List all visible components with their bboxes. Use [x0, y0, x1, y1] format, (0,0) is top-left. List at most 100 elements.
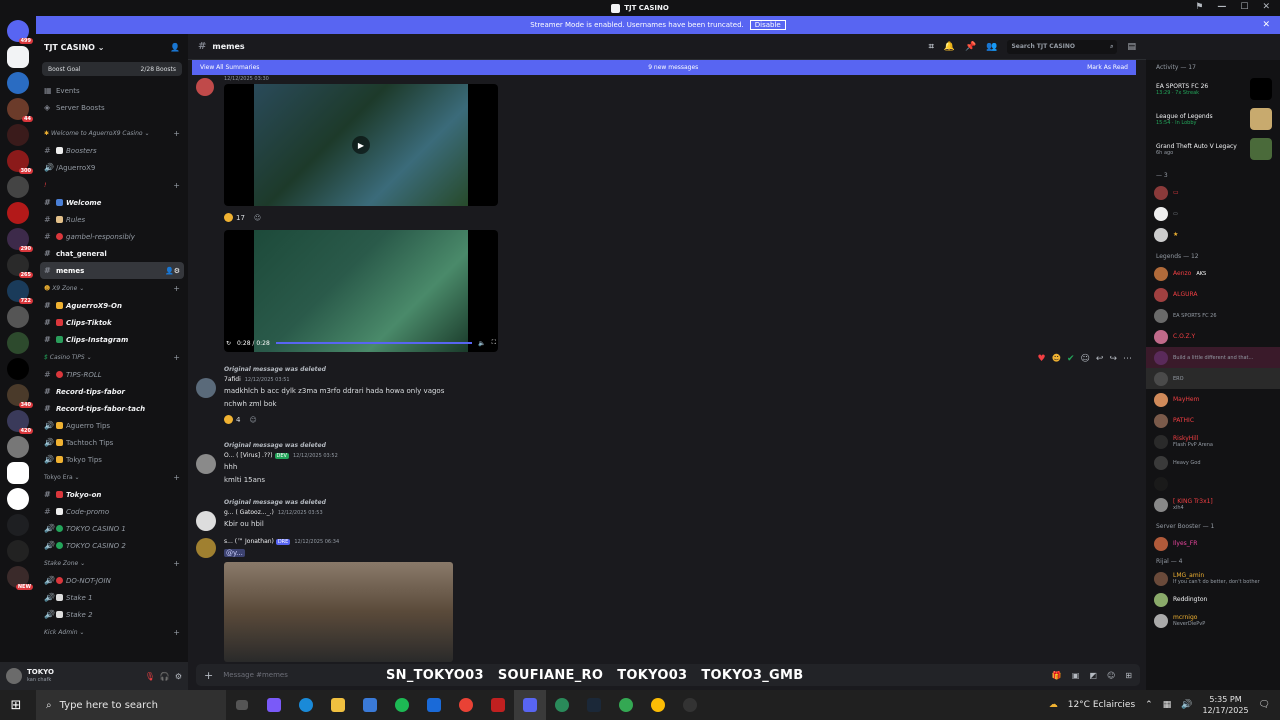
close-icon[interactable]: ✕: [1262, 20, 1270, 30]
member-item[interactable]: ERO: [1146, 368, 1280, 389]
gear-icon[interactable]: ⚙: [175, 672, 182, 681]
pin-icon[interactable]: 📌: [965, 42, 976, 52]
category-stake-zone[interactable]: Stake Zone ⌄ +: [36, 554, 188, 572]
view-summaries-button[interactable]: View All Summaries: [200, 64, 259, 71]
member-item[interactable]: LMG_amin If you can't do better, don't bo…: [1146, 568, 1280, 589]
network-icon[interactable]: ▦: [1163, 700, 1172, 710]
video-attachment[interactable]: ▶: [224, 84, 498, 206]
disable-streamer-button[interactable]: Disable: [749, 20, 786, 30]
members-icon[interactable]: 👥: [986, 42, 997, 52]
member-item[interactable]: PATHIC: [1146, 410, 1280, 431]
start-button[interactable]: ⊞: [0, 690, 32, 720]
mark-as-read-button[interactable]: Mark As Read: [1087, 64, 1128, 71]
maximize-button[interactable]: ☐: [1240, 2, 1248, 12]
server-icon[interactable]: [7, 332, 29, 354]
server-icon[interactable]: [7, 176, 29, 198]
close-button[interactable]: ✕: [1262, 2, 1270, 12]
server-icon[interactable]: 340: [7, 384, 33, 408]
reaction[interactable]: 17 ☺: [224, 211, 261, 224]
mention[interactable]: @y...: [224, 549, 245, 557]
app-icon[interactable]: [546, 690, 578, 720]
member-item[interactable]: ▭: [1146, 203, 1280, 224]
replay-icon[interactable]: ↻: [226, 340, 231, 347]
steam-icon[interactable]: [578, 690, 610, 720]
taskbar-search[interactable]: ⌕ Type here to search: [36, 690, 226, 720]
member-item[interactable]: ★: [1146, 224, 1280, 245]
play-icon[interactable]: ▶: [352, 136, 370, 154]
activity-item[interactable]: Grand Theft Auto V Legacy 6h ago: [1146, 134, 1280, 164]
add-reaction-icon[interactable]: ☺: [1081, 354, 1090, 364]
mute-mic-icon[interactable]: 🎙: [145, 672, 155, 681]
member-item[interactable]: mcrnigo NeverDiePvP: [1146, 610, 1280, 631]
store-icon[interactable]: [354, 690, 386, 720]
server-icon[interactable]: 44: [7, 98, 33, 122]
server-icon[interactable]: [7, 72, 29, 94]
channel-aguerro-tips[interactable]: 🔊 Aguerro Tips: [36, 417, 188, 434]
boost-goal[interactable]: Boost Goal 2/28 Boosts: [42, 62, 182, 76]
activity-item[interactable]: League of Legends 15:54 · In Lobby: [1146, 104, 1280, 134]
channel-aguerrox9-on[interactable]: # AguerroX9-On: [36, 297, 188, 314]
reaction[interactable]: 4 ☺: [224, 413, 257, 426]
server-icon[interactable]: [7, 488, 29, 510]
weather-icon[interactable]: ☁: [1049, 700, 1058, 710]
chrome-icon[interactable]: [610, 690, 642, 720]
add-channel-icon[interactable]: +: [173, 181, 180, 190]
avatar[interactable]: [196, 78, 214, 96]
gift-icon[interactable]: 🎁: [1052, 671, 1062, 680]
edge-icon[interactable]: [290, 690, 322, 720]
author-name[interactable]: 7afidi: [224, 376, 241, 383]
add-reaction-icon[interactable]: ☺: [249, 416, 256, 424]
gif-icon[interactable]: ▣: [1072, 671, 1080, 680]
avatar[interactable]: [196, 511, 216, 531]
channel-clips-tiktok[interactable]: # Clips-Tiktok: [36, 314, 188, 331]
server-icon[interactable]: 300: [7, 150, 33, 174]
folder-icon[interactable]: [7, 514, 29, 536]
sidebar-item-server-boosts[interactable]: ◈ Server Boosts: [36, 99, 188, 116]
category-bang[interactable]: ! +: [36, 176, 188, 194]
channel-rules[interactable]: # Rules: [36, 211, 188, 228]
member-item[interactable]: Heavy God: [1146, 452, 1280, 473]
server-icon[interactable]: 265: [7, 254, 33, 278]
server-icon[interactable]: [7, 540, 29, 562]
category-casino-tips[interactable]: $ Casino TIPS ⌄ +: [36, 348, 188, 366]
category-x9zone[interactable]: ☻ X9 Zone ⌄ +: [36, 279, 188, 297]
invite-icon[interactable]: 👤⚙: [165, 267, 180, 275]
server-icon[interactable]: [7, 202, 29, 224]
search-input[interactable]: Search TJT CASINO ⌕: [1007, 39, 1118, 54]
add-channel-icon[interactable]: +: [173, 473, 180, 482]
avatar[interactable]: [196, 378, 216, 398]
server-icon[interactable]: [7, 436, 29, 458]
reply-reference[interactable]: Original message was deleted: [224, 442, 326, 449]
more-icon[interactable]: ⋯: [1123, 354, 1132, 364]
video-progress-bar[interactable]: [275, 342, 473, 344]
chrome-icon[interactable]: [450, 690, 482, 720]
category-kick-admin[interactable]: Kick Admin ⌄ +: [36, 623, 188, 641]
add-channel-icon[interactable]: +: [173, 628, 180, 637]
inbox-icon[interactable]: ⚑: [1195, 2, 1203, 12]
clock[interactable]: 5:35 PM 12/17/2025: [1202, 694, 1248, 716]
member-item[interactable]: MayHem: [1146, 389, 1280, 410]
bell-icon[interactable]: 🔔: [944, 42, 955, 52]
channel-record-tach[interactable]: # Record-tips-fabor-tach: [36, 400, 188, 417]
fullscreen-icon[interactable]: ⛶: [492, 339, 496, 347]
server-icon[interactable]: 420: [7, 410, 33, 434]
member-item[interactable]: ▭: [1146, 182, 1280, 203]
reply-icon[interactable]: ↩: [1096, 354, 1104, 364]
home-server-icon[interactable]: 499: [7, 20, 33, 44]
author-name[interactable]: O... ( [Virus] .??): [224, 452, 273, 459]
channel-chat-general[interactable]: # chat_general: [36, 245, 188, 262]
mail-icon[interactable]: [418, 690, 450, 720]
category-welcome[interactable]: ✱ Welcome to AguerroX9 Casino ⌄ +: [36, 124, 188, 142]
channel-do-not-join[interactable]: 🔊 DO-NOT-JOIN: [36, 572, 188, 589]
member-item[interactable]: RiskyHill Flash PvP Arena: [1146, 431, 1280, 452]
volume-icon[interactable]: 🔈: [478, 340, 485, 347]
channel-boosters[interactable]: # Boosters: [36, 142, 188, 159]
avatar[interactable]: [196, 454, 216, 474]
reply-reference[interactable]: Original message was deleted: [224, 366, 326, 373]
chrome-icon[interactable]: [642, 690, 674, 720]
weather-text[interactable]: 12°C Eclaircies: [1068, 700, 1135, 710]
heart-icon[interactable]: ♥: [1038, 354, 1046, 364]
add-channel-icon[interactable]: +: [173, 559, 180, 568]
member-item[interactable]: Reddington: [1146, 589, 1280, 610]
apps-icon[interactable]: ⊞: [1125, 671, 1132, 680]
